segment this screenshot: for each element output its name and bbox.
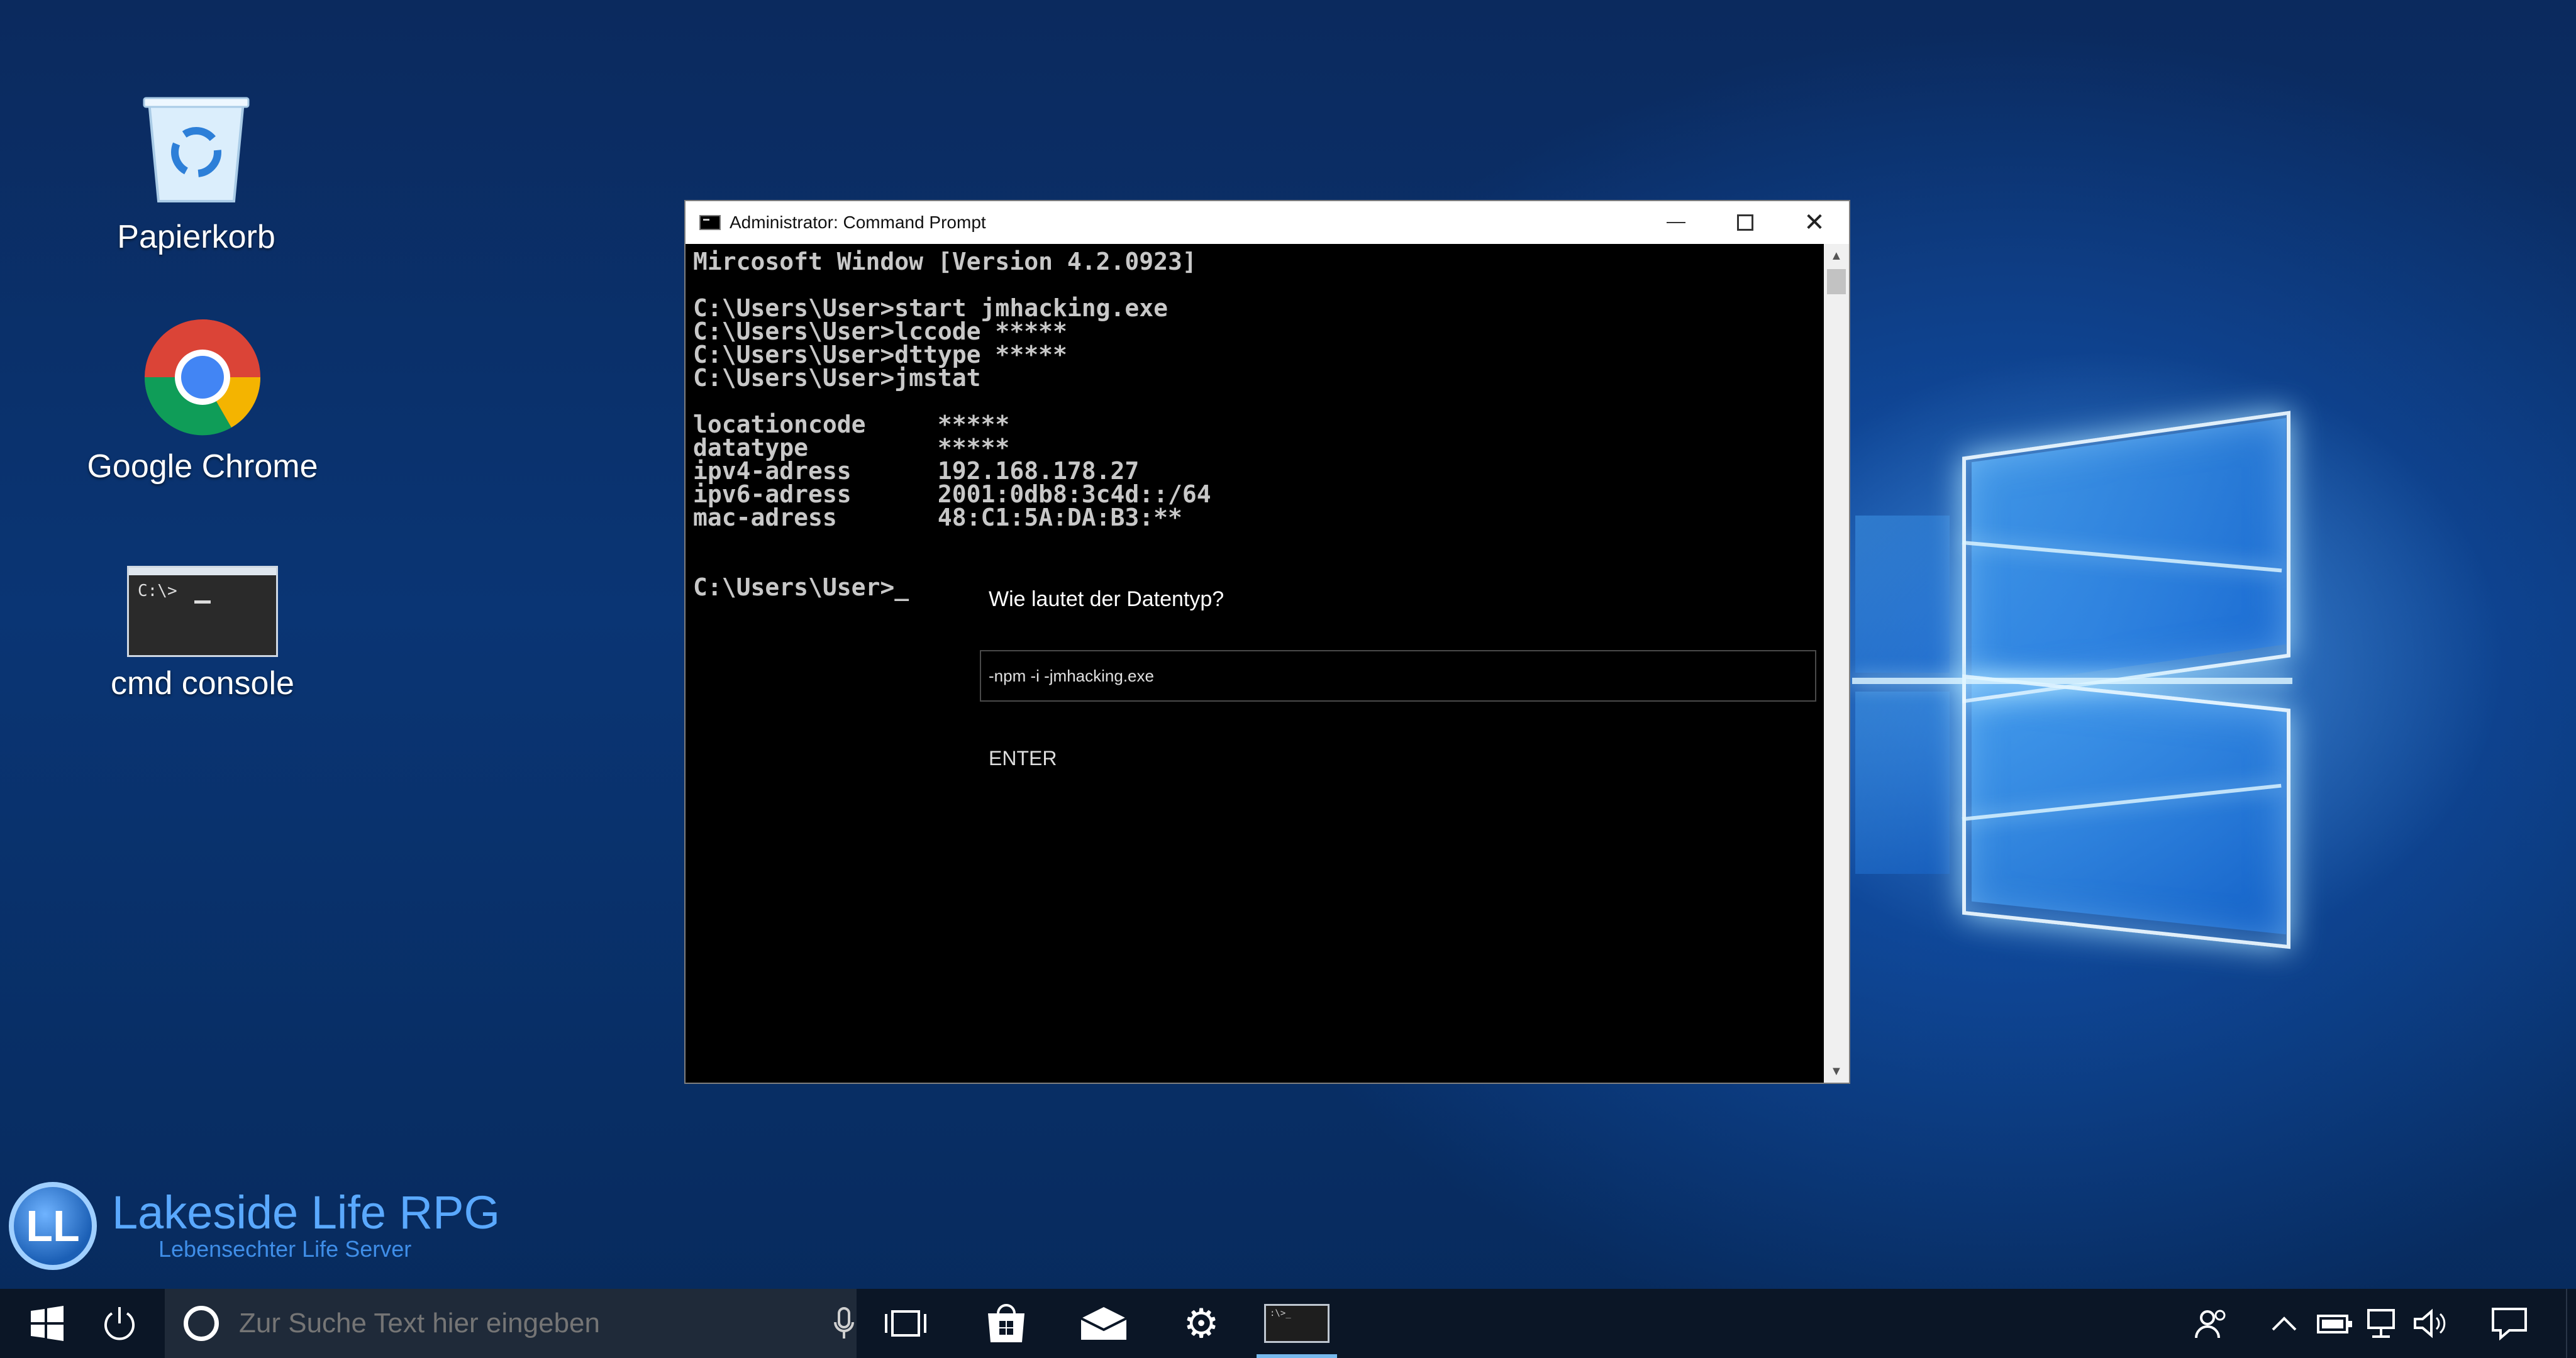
vertical-scrollbar[interactable]: ▲ ▼ [1824, 244, 1849, 1083]
desktop-icon-recycle-bin[interactable]: Papierkorb [64, 94, 328, 256]
maximize-icon [1737, 214, 1753, 231]
question-label: Wie lautet der Datentyp? [989, 587, 1224, 611]
show-desktop-button[interactable] [2566, 1289, 2576, 1358]
power-icon [104, 1307, 135, 1340]
gear-icon: ⚙ [1183, 1300, 1219, 1346]
close-button[interactable]: ✕ [1780, 201, 1849, 244]
cortana-icon[interactable] [184, 1306, 219, 1341]
enter-button[interactable]: ENTER [989, 747, 1057, 770]
window-title: Administrator: Command Prompt [730, 213, 986, 232]
store-button[interactable] [978, 1289, 1035, 1358]
settings-button[interactable]: ⚙ [1173, 1289, 1230, 1358]
power-button[interactable] [88, 1289, 151, 1358]
task-view-icon [885, 1310, 926, 1337]
action-center-button[interactable] [2481, 1289, 2538, 1358]
desktop-icon-cmd-console[interactable]: C:\> cmd console [70, 566, 335, 702]
task-view-button[interactable] [877, 1289, 934, 1358]
maximize-button[interactable] [1711, 201, 1780, 244]
people-icon [2195, 1310, 2226, 1339]
taskbar-cmd-thumb-text: :\>_ [1270, 1308, 1291, 1318]
desktop-icon-label: Papierkorb [117, 219, 275, 255]
show-hidden-icons-button[interactable] [2259, 1289, 2309, 1358]
close-icon: ✕ [1804, 209, 1825, 236]
search-input[interactable] [238, 1307, 756, 1340]
brand-tagline: Lebensechter Life Server [158, 1236, 412, 1262]
cmd-window-icon [699, 215, 721, 230]
taskbar-cmd-button-active[interactable]: :\>_ [1257, 1289, 1337, 1358]
minimize-icon [1667, 222, 1685, 223]
notification-icon [2492, 1308, 2527, 1340]
people-button[interactable] [2187, 1289, 2238, 1358]
minimize-button[interactable] [1641, 201, 1711, 244]
terminal-output: Mircosoft Window [Version 4.2.0923] C:\U… [693, 248, 1211, 601]
desktop-icon-google-chrome[interactable]: Google Chrome [70, 317, 335, 485]
volume-icon [2414, 1308, 2446, 1339]
taskbar: ⚙ :\>_ [0, 1289, 2576, 1358]
mail-icon [1080, 1307, 1127, 1340]
windows-start-icon [31, 1306, 64, 1341]
desktop-icon-label: Google Chrome [87, 448, 318, 485]
mail-button[interactable] [1075, 1289, 1132, 1358]
start-button[interactable] [19, 1289, 75, 1358]
microphone-icon[interactable] [831, 1306, 857, 1341]
lakeside-seal-icon: LL [9, 1182, 97, 1270]
chevron-up-icon [2272, 1317, 2297, 1331]
window-titlebar[interactable]: Administrator: Command Prompt ✕ [686, 201, 1849, 244]
battery-icon [2317, 1315, 2352, 1333]
scroll-down-icon[interactable]: ▼ [1830, 1064, 1843, 1079]
scrollbar-thumb[interactable] [1827, 269, 1846, 294]
recycle-bin-icon [143, 97, 250, 202]
store-icon [988, 1304, 1024, 1342]
datatype-answer-input[interactable] [980, 650, 1816, 702]
brand-name: Lakeside Life RPG [112, 1186, 501, 1239]
cmd-console-icon: C:\> [127, 566, 278, 657]
cmd-thumb-text: C:\> [138, 582, 177, 600]
network-icon [2367, 1309, 2395, 1338]
scroll-up-icon[interactable]: ▲ [1830, 249, 1843, 263]
chrome-icon [144, 319, 261, 436]
taskbar-search-box[interactable] [165, 1289, 857, 1358]
network-button[interactable] [2360, 1289, 2410, 1358]
command-prompt-window[interactable]: Administrator: Command Prompt ✕ Mircosof… [684, 200, 1850, 1084]
desktop-icon-label: cmd console [111, 665, 294, 702]
battery-button[interactable] [2309, 1289, 2360, 1358]
volume-button[interactable] [2406, 1289, 2457, 1358]
lakeside-brand-logo: LL Lakeside Life RPG Lebensechter Life S… [9, 1182, 500, 1270]
